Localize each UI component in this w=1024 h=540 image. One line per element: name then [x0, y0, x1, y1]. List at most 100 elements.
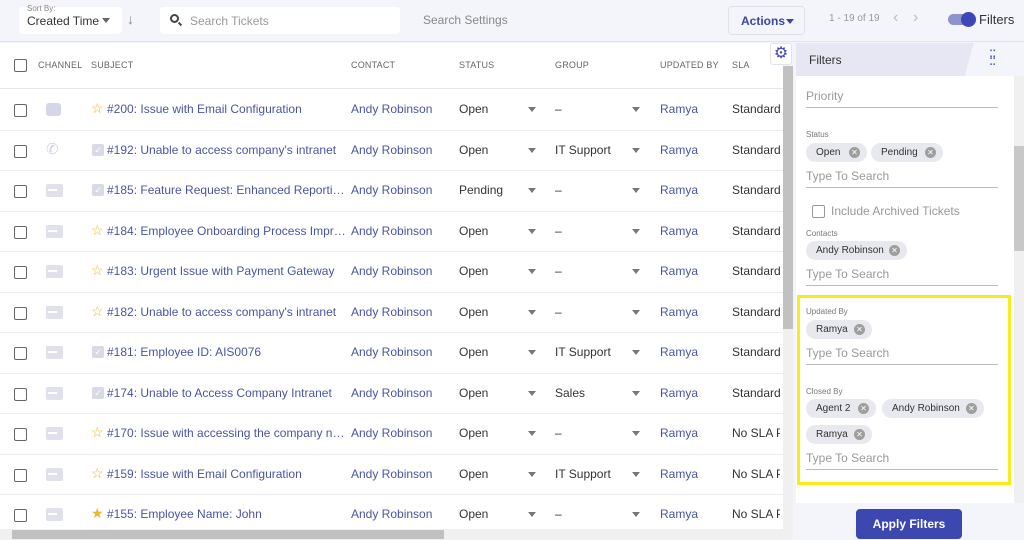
ticket-updated-by[interactable]: Ramya — [660, 143, 698, 157]
ticket-status[interactable]: Open — [459, 345, 488, 359]
ticket-updated-by[interactable]: Ramya — [660, 507, 698, 521]
ticket-subject[interactable]: #182: Unable to access company's intrane… — [107, 305, 347, 319]
ticket-group[interactable]: – — [555, 305, 562, 319]
next-page-icon[interactable]: › — [913, 9, 918, 27]
group-dropdown-icon[interactable] — [632, 512, 640, 517]
actions-button[interactable]: Actions — [728, 6, 805, 35]
table-row[interactable]: ☆#183: Urgent Issue with Payment Gateway… — [0, 252, 783, 293]
star-outline-icon[interactable]: ☆ — [91, 426, 104, 438]
remove-chip-icon[interactable]: ✕ — [966, 403, 977, 414]
column-subject[interactable]: SUBJECT — [91, 60, 133, 70]
ticket-updated-by[interactable]: Ramya — [660, 102, 698, 116]
priority-field[interactable]: Priority — [806, 89, 998, 108]
ticket-subject[interactable]: #185: Feature Request: Enhanced Reportin… — [107, 183, 347, 197]
ticket-group[interactable]: – — [555, 224, 562, 238]
star-outline-icon[interactable]: ☆ — [91, 467, 104, 479]
group-dropdown-icon[interactable] — [632, 148, 640, 153]
table-row[interactable]: ✆✓#192: Unable to access company's intra… — [0, 131, 783, 172]
status-dropdown-icon[interactable] — [528, 391, 536, 396]
status-dropdown-icon[interactable] — [528, 269, 536, 274]
ticket-status[interactable]: Open — [459, 264, 488, 278]
row-checkbox[interactable] — [14, 104, 27, 117]
status-search-input[interactable]: Type To Search — [806, 169, 998, 188]
row-checkbox[interactable] — [14, 226, 27, 239]
group-dropdown-icon[interactable] — [632, 391, 640, 396]
ticket-status[interactable]: Open — [459, 143, 488, 157]
group-dropdown-icon[interactable] — [632, 431, 640, 436]
remove-chip-icon[interactable]: ✕ — [925, 147, 936, 158]
group-dropdown-icon[interactable] — [632, 188, 640, 193]
row-checkbox[interactable] — [14, 388, 27, 401]
status-dropdown-icon[interactable] — [528, 188, 536, 193]
ticket-group[interactable]: Sales — [555, 386, 585, 400]
status-dropdown-icon[interactable] — [528, 431, 536, 436]
table-row[interactable]: ☆#182: Unable to access company's intran… — [0, 293, 783, 334]
ticket-status[interactable]: Open — [459, 386, 488, 400]
table-row[interactable]: ☆#200: Issue with Email ConfigurationAnd… — [0, 90, 783, 131]
ticket-subject[interactable]: #174: Unable to Access Company Intranet — [107, 386, 347, 400]
ticket-group[interactable]: IT Support — [555, 467, 611, 481]
status-dropdown-icon[interactable] — [528, 310, 536, 315]
sort-by-select[interactable]: Sort By: Created Time — [19, 7, 122, 34]
ticket-subject[interactable]: #200: Issue with Email Configuration — [107, 102, 347, 116]
ticket-status[interactable]: Open — [459, 305, 488, 319]
status-dropdown-icon[interactable] — [528, 107, 536, 112]
ticket-updated-by[interactable]: Ramya — [660, 386, 698, 400]
contacts-search-input[interactable]: Type To Search — [806, 267, 998, 286]
table-row[interactable]: ✓#174: Unable to Access Company Intranet… — [0, 374, 783, 415]
group-dropdown-icon[interactable] — [632, 472, 640, 477]
ticket-group[interactable]: IT Support — [555, 143, 611, 157]
status-dropdown-icon[interactable] — [528, 472, 536, 477]
ticket-updated-by[interactable]: Ramya — [660, 345, 698, 359]
ticket-group[interactable]: – — [555, 507, 562, 521]
status-dropdown-icon[interactable] — [528, 350, 536, 355]
ticket-status[interactable]: Open — [459, 426, 488, 440]
status-dropdown-icon[interactable] — [528, 512, 536, 517]
row-checkbox[interactable] — [14, 347, 27, 360]
ticket-updated-by[interactable]: Ramya — [660, 426, 698, 440]
remove-chip-icon[interactable]: ✕ — [849, 147, 860, 158]
arrow-down-icon[interactable]: ↓ — [127, 11, 134, 27]
ticket-subject[interactable]: #192: Unable to access company's intrane… — [107, 143, 347, 157]
group-dropdown-icon[interactable] — [632, 229, 640, 234]
checked-icon[interactable]: ✓ — [92, 144, 104, 156]
star-outline-icon[interactable]: ☆ — [91, 224, 104, 236]
ticket-subject[interactable]: #181: Employee ID: AIS0076 — [107, 345, 347, 359]
ticket-status[interactable]: Open — [459, 467, 488, 481]
ticket-status[interactable]: Open — [459, 224, 488, 238]
closed-by-search-input[interactable]: Type To Search — [806, 451, 998, 470]
star-outline-icon[interactable]: ☆ — [91, 264, 104, 276]
ticket-updated-by[interactable]: Ramya — [660, 305, 698, 319]
ticket-group[interactable]: – — [555, 264, 562, 278]
table-row[interactable]: ☆#159: Issue with Email ConfigurationAnd… — [0, 455, 783, 496]
ticket-subject[interactable]: #184: Employee Onboarding Process Impro.… — [107, 224, 347, 238]
table-row[interactable]: ★#155: Employee Name: JohnAndy RobinsonO… — [0, 495, 783, 529]
remove-chip-icon[interactable]: ✕ — [858, 403, 869, 414]
remove-chip-icon[interactable]: ✕ — [854, 324, 865, 335]
ticket-subject[interactable]: #159: Issue with Email Configuration — [107, 467, 347, 481]
search-settings-link[interactable]: Search Settings — [423, 13, 508, 27]
row-checkbox[interactable] — [14, 509, 27, 522]
prev-page-icon[interactable]: ‹ — [893, 9, 898, 27]
ticket-group[interactable]: – — [555, 183, 562, 197]
ticket-status[interactable]: Open — [459, 507, 488, 521]
group-dropdown-icon[interactable] — [632, 310, 640, 315]
row-checkbox[interactable] — [14, 266, 27, 279]
ticket-contact[interactable]: Andy Robinson — [351, 507, 432, 521]
star-outline-icon[interactable]: ☆ — [91, 305, 104, 317]
drag-handle-icon[interactable]: ⁚⁚⁚⁚ — [989, 52, 995, 64]
row-checkbox[interactable] — [14, 428, 27, 441]
checkbox[interactable] — [812, 205, 825, 218]
scrollbar-thumb[interactable] — [783, 66, 793, 329]
column-group[interactable]: GROUP — [555, 60, 589, 70]
ticket-contact[interactable]: Andy Robinson — [351, 264, 432, 278]
column-channel[interactable]: CHANNEL — [38, 60, 82, 70]
ticket-group[interactable]: IT Support — [555, 345, 611, 359]
updated-by-search-input[interactable]: Type To Search — [806, 346, 998, 365]
scrollbar-thumb[interactable] — [1014, 146, 1024, 251]
row-checkbox[interactable] — [14, 185, 27, 198]
row-checkbox[interactable] — [14, 469, 27, 482]
column-settings-gear-icon[interactable]: ⚙ — [770, 43, 792, 65]
group-dropdown-icon[interactable] — [632, 350, 640, 355]
ticket-contact[interactable]: Andy Robinson — [351, 305, 432, 319]
